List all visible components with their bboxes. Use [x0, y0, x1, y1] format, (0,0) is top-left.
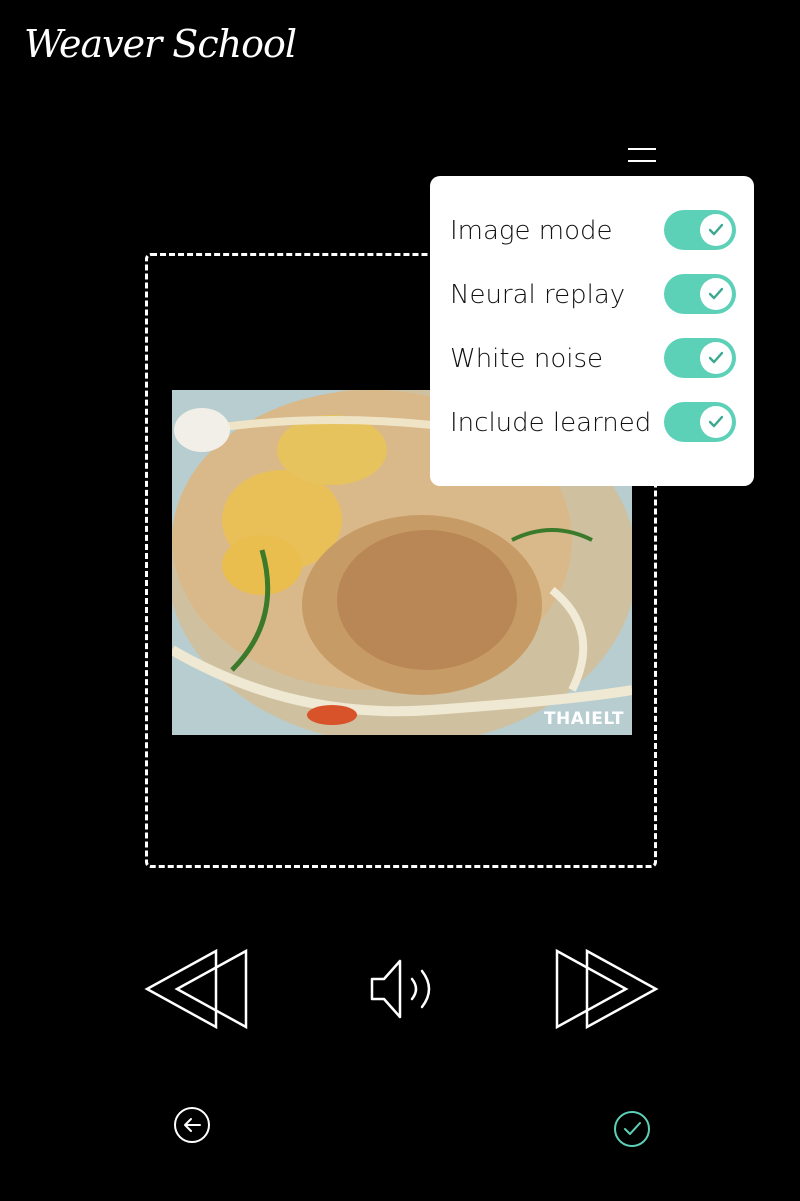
confirm-button[interactable]: [613, 1110, 651, 1148]
setting-neural-replay: Neural replay: [450, 274, 736, 318]
app-logo: Weaver School: [24, 22, 297, 66]
check-icon: [708, 223, 724, 236]
setting-include-learned: Include learned: [450, 402, 736, 446]
check-icon: [708, 351, 724, 364]
check-icon: [708, 287, 724, 300]
rewind-icon: [144, 948, 248, 1030]
image-mode-toggle[interactable]: [664, 210, 736, 250]
toggle-knob: [700, 278, 732, 310]
menu-button[interactable]: [626, 146, 658, 166]
speaker-icon: [370, 959, 431, 1019]
fast-forward-button[interactable]: [554, 948, 660, 1030]
menu-icon: [628, 148, 656, 150]
setting-label: Include learned: [450, 408, 652, 438]
include-learned-toggle[interactable]: [664, 402, 736, 442]
settings-panel: Image mode Neural replay White noise Inc…: [430, 176, 754, 486]
rewind-button[interactable]: [144, 948, 250, 1030]
neural-replay-toggle[interactable]: [664, 274, 736, 314]
setting-label: Neural replay: [450, 280, 626, 310]
menu-icon-line: [628, 160, 656, 162]
back-arrow-icon: [174, 1107, 210, 1143]
check-icon: [708, 415, 724, 428]
setting-image-mode: Image mode: [450, 210, 736, 254]
setting-white-noise: White noise: [450, 338, 736, 382]
toggle-knob: [700, 406, 732, 438]
white-noise-toggle[interactable]: [664, 338, 736, 378]
setting-label: White noise: [450, 344, 604, 374]
photo-watermark: THAIELT: [543, 709, 624, 729]
toggle-knob: [700, 214, 732, 246]
check-icon: [614, 1111, 650, 1147]
back-button[interactable]: [173, 1106, 211, 1144]
fast-forward-icon: [555, 948, 659, 1030]
setting-label: Image mode: [450, 216, 613, 246]
toggle-knob: [700, 342, 732, 374]
sound-button[interactable]: [366, 955, 438, 1023]
